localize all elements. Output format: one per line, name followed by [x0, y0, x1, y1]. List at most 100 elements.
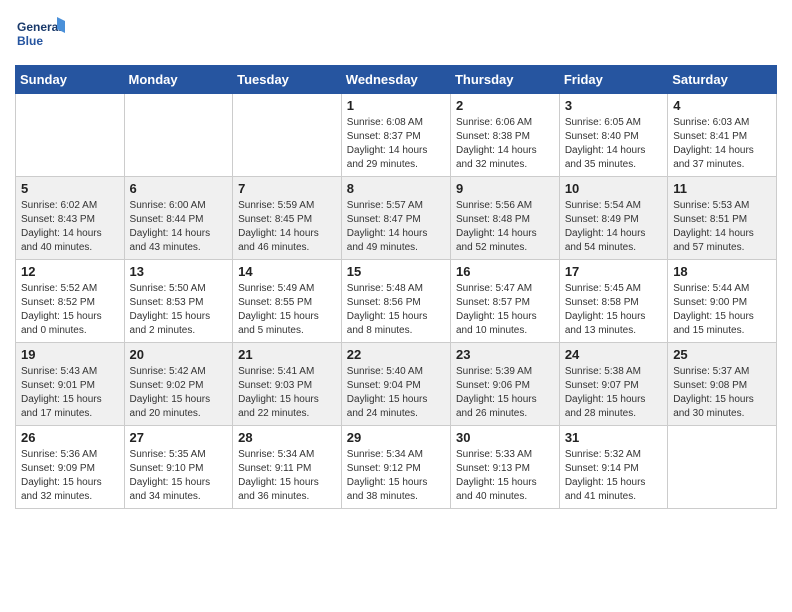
day-number: 4: [673, 98, 771, 113]
day-info: Sunrise: 5:52 AM Sunset: 8:52 PM Dayligh…: [21, 282, 119, 338]
calendar-cell: 6 Sunrise: 6:00 AM Sunset: 8:44 PM Daylig…: [124, 177, 233, 260]
calendar-cell: 30Sunrise: 5:33 AM Sunset: 9:13 PM Dayli…: [450, 426, 559, 509]
day-number: 29: [347, 430, 445, 445]
day-number: 25: [673, 347, 771, 362]
day-number: 22: [347, 347, 445, 362]
calendar-week-4: 19 Sunrise: 5:43 AM Sunset: 9:01 PM Dayli…: [16, 343, 777, 426]
day-info: Sunrise: 6:06 AM Sunset: 8:38 PM Dayligh…: [456, 116, 554, 172]
day-header-monday: Monday: [124, 66, 233, 94]
day-header-thursday: Thursday: [450, 66, 559, 94]
calendar-cell: 31Sunrise: 5:32 AM Sunset: 9:14 PM Dayli…: [559, 426, 667, 509]
day-number: 9: [456, 181, 554, 196]
calendar-cell: 4 Sunrise: 6:03 AM Sunset: 8:41 PM Daylig…: [668, 94, 777, 177]
calendar-week-5: 26Sunrise: 5:36 AM Sunset: 9:09 PM Dayli…: [16, 426, 777, 509]
day-number: 28: [238, 430, 336, 445]
day-number: 27: [130, 430, 228, 445]
calendar-cell: 9 Sunrise: 5:56 AM Sunset: 8:48 PM Daylig…: [450, 177, 559, 260]
day-info: Sunrise: 5:49 AM Sunset: 8:55 PM Dayligh…: [238, 282, 336, 338]
calendar-cell: 15 Sunrise: 5:48 AM Sunset: 8:56 PM Dayli…: [341, 260, 450, 343]
calendar-cell: 25 Sunrise: 5:37 AM Sunset: 9:08 PM Dayli…: [668, 343, 777, 426]
day-number: 12: [21, 264, 119, 279]
calendar-cell: 8 Sunrise: 5:57 AM Sunset: 8:47 PM Daylig…: [341, 177, 450, 260]
day-number: 15: [347, 264, 445, 279]
logo: General Blue: [15, 15, 65, 55]
calendar-cell: 28 Sunrise: 5:34 AM Sunset: 9:11 PM Dayli…: [233, 426, 342, 509]
calendar-cell: 7 Sunrise: 5:59 AM Sunset: 8:45 PM Daylig…: [233, 177, 342, 260]
day-number: 18: [673, 264, 771, 279]
day-info: Sunrise: 5:59 AM Sunset: 8:45 PM Dayligh…: [238, 199, 336, 255]
day-info: Sunrise: 5:57 AM Sunset: 8:47 PM Dayligh…: [347, 199, 445, 255]
day-info: Sunrise: 5:50 AM Sunset: 8:53 PM Dayligh…: [130, 282, 228, 338]
day-info: Sunrise: 5:53 AM Sunset: 8:51 PM Dayligh…: [673, 199, 771, 255]
day-header-saturday: Saturday: [668, 66, 777, 94]
day-number: 7: [238, 181, 336, 196]
day-number: 1: [347, 98, 445, 113]
calendar-cell: [668, 426, 777, 509]
day-info: Sunrise: 6:03 AM Sunset: 8:41 PM Dayligh…: [673, 116, 771, 172]
calendar-cell: 22Sunrise: 5:40 AM Sunset: 9:04 PM Dayli…: [341, 343, 450, 426]
day-info: Sunrise: 5:43 AM Sunset: 9:01 PM Dayligh…: [21, 365, 119, 421]
day-number: 19: [21, 347, 119, 362]
calendar-cell: 11 Sunrise: 5:53 AM Sunset: 8:51 PM Dayli…: [668, 177, 777, 260]
calendar: SundayMondayTuesdayWednesdayThursdayFrid…: [15, 65, 777, 509]
day-info: Sunrise: 5:35 AM Sunset: 9:10 PM Dayligh…: [130, 448, 228, 504]
calendar-cell: 12 Sunrise: 5:52 AM Sunset: 8:52 PM Dayli…: [16, 260, 125, 343]
day-number: 31: [565, 430, 662, 445]
calendar-cell: 10 Sunrise: 5:54 AM Sunset: 8:49 PM Dayli…: [559, 177, 667, 260]
day-number: 20: [130, 347, 228, 362]
day-number: 10: [565, 181, 662, 196]
day-header-sunday: Sunday: [16, 66, 125, 94]
day-number: 21: [238, 347, 336, 362]
calendar-cell: 26Sunrise: 5:36 AM Sunset: 9:09 PM Dayli…: [16, 426, 125, 509]
day-info: Sunrise: 5:42 AM Sunset: 9:02 PM Dayligh…: [130, 365, 228, 421]
day-info: Sunrise: 5:34 AM Sunset: 9:11 PM Dayligh…: [238, 448, 336, 504]
calendar-cell: 17 Sunrise: 5:45 AM Sunset: 8:58 PM Dayli…: [559, 260, 667, 343]
logo-svg: General Blue: [15, 15, 65, 55]
day-info: Sunrise: 6:00 AM Sunset: 8:44 PM Dayligh…: [130, 199, 228, 255]
calendar-header-row: SundayMondayTuesdayWednesdayThursdayFrid…: [16, 66, 777, 94]
calendar-cell: 23 Sunrise: 5:39 AM Sunset: 9:06 PM Dayli…: [450, 343, 559, 426]
calendar-cell: 29Sunrise: 5:34 AM Sunset: 9:12 PM Dayli…: [341, 426, 450, 509]
day-number: 23: [456, 347, 554, 362]
day-info: Sunrise: 5:45 AM Sunset: 8:58 PM Dayligh…: [565, 282, 662, 338]
day-number: 2: [456, 98, 554, 113]
calendar-cell: 18 Sunrise: 5:44 AM Sunset: 9:00 PM Dayli…: [668, 260, 777, 343]
calendar-cell: 1Sunrise: 6:08 AM Sunset: 8:37 PM Daylig…: [341, 94, 450, 177]
day-number: 30: [456, 430, 554, 445]
calendar-cell: 20 Sunrise: 5:42 AM Sunset: 9:02 PM Dayli…: [124, 343, 233, 426]
calendar-cell: 2 Sunrise: 6:06 AM Sunset: 8:38 PM Daylig…: [450, 94, 559, 177]
calendar-cell: 5Sunrise: 6:02 AM Sunset: 8:43 PM Daylig…: [16, 177, 125, 260]
day-info: Sunrise: 5:37 AM Sunset: 9:08 PM Dayligh…: [673, 365, 771, 421]
calendar-cell: 14 Sunrise: 5:49 AM Sunset: 8:55 PM Dayli…: [233, 260, 342, 343]
day-info: Sunrise: 5:48 AM Sunset: 8:56 PM Dayligh…: [347, 282, 445, 338]
calendar-week-1: 1Sunrise: 6:08 AM Sunset: 8:37 PM Daylig…: [16, 94, 777, 177]
day-info: Sunrise: 5:56 AM Sunset: 8:48 PM Dayligh…: [456, 199, 554, 255]
calendar-week-2: 5Sunrise: 6:02 AM Sunset: 8:43 PM Daylig…: [16, 177, 777, 260]
page-header: General Blue: [15, 15, 777, 55]
day-header-tuesday: Tuesday: [233, 66, 342, 94]
day-number: 6: [130, 181, 228, 196]
day-info: Sunrise: 5:39 AM Sunset: 9:06 PM Dayligh…: [456, 365, 554, 421]
day-number: 26: [21, 430, 119, 445]
day-info: Sunrise: 5:44 AM Sunset: 9:00 PM Dayligh…: [673, 282, 771, 338]
calendar-cell: 3Sunrise: 6:05 AM Sunset: 8:40 PM Daylig…: [559, 94, 667, 177]
day-number: 14: [238, 264, 336, 279]
calendar-cell: [233, 94, 342, 177]
calendar-cell: 21Sunrise: 5:41 AM Sunset: 9:03 PM Dayli…: [233, 343, 342, 426]
day-number: 13: [130, 264, 228, 279]
day-number: 24: [565, 347, 662, 362]
calendar-cell: 16Sunrise: 5:47 AM Sunset: 8:57 PM Dayli…: [450, 260, 559, 343]
day-number: 16: [456, 264, 554, 279]
day-number: 17: [565, 264, 662, 279]
day-number: 8: [347, 181, 445, 196]
day-info: Sunrise: 5:54 AM Sunset: 8:49 PM Dayligh…: [565, 199, 662, 255]
day-info: Sunrise: 6:02 AM Sunset: 8:43 PM Dayligh…: [21, 199, 119, 255]
calendar-cell: 19 Sunrise: 5:43 AM Sunset: 9:01 PM Dayli…: [16, 343, 125, 426]
calendar-week-3: 12 Sunrise: 5:52 AM Sunset: 8:52 PM Dayli…: [16, 260, 777, 343]
calendar-cell: 27 Sunrise: 5:35 AM Sunset: 9:10 PM Dayli…: [124, 426, 233, 509]
svg-text:General: General: [17, 20, 62, 34]
svg-text:Blue: Blue: [17, 34, 43, 48]
day-number: 11: [673, 181, 771, 196]
day-info: Sunrise: 5:38 AM Sunset: 9:07 PM Dayligh…: [565, 365, 662, 421]
day-number: 3: [565, 98, 662, 113]
